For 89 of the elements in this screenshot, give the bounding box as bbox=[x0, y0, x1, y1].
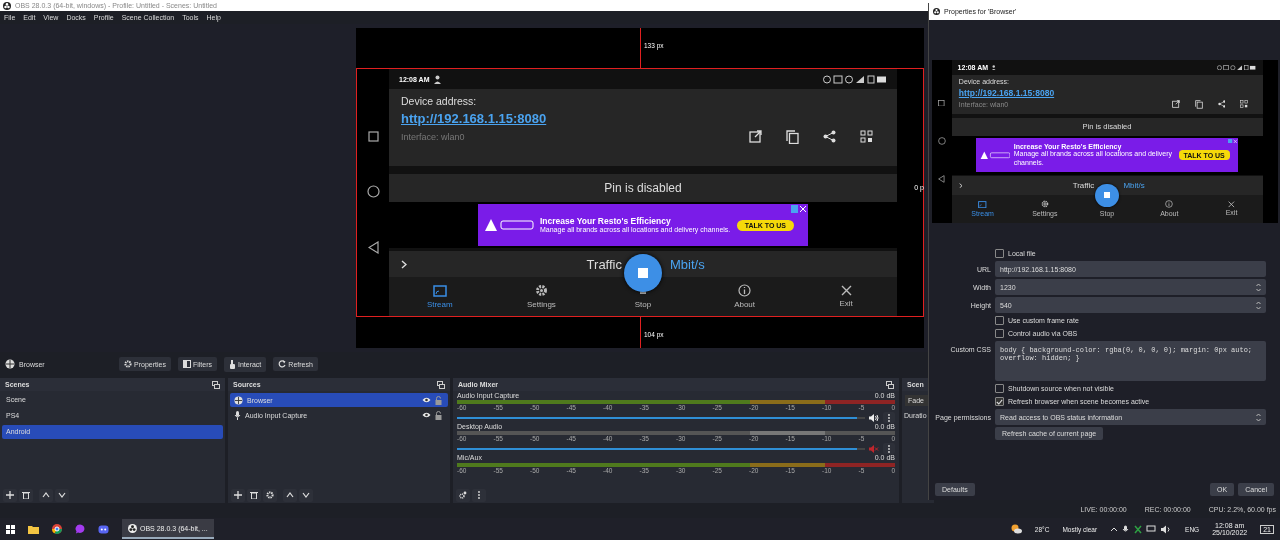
status-icons-drawing bbox=[823, 74, 887, 84]
qr-code-icon[interactable] bbox=[860, 130, 873, 143]
stop-icon bbox=[1104, 192, 1111, 199]
traffic-label: Traffic bbox=[586, 256, 622, 272]
close-icon bbox=[840, 285, 852, 296]
traffic-unit: Mbit/s bbox=[670, 256, 705, 272]
circle-icon[interactable] bbox=[366, 185, 380, 198]
spin-arrows-icon[interactable] bbox=[1256, 282, 1261, 292]
advanced-audio-button[interactable] bbox=[456, 488, 470, 502]
pin-status: Pin is disabled bbox=[604, 181, 682, 195]
gear-icon bbox=[124, 360, 132, 368]
microphone-icon bbox=[234, 410, 241, 420]
browser-icon[interactable] bbox=[52, 524, 62, 534]
move-down-button[interactable] bbox=[55, 488, 69, 502]
delete-button[interactable] bbox=[19, 488, 33, 502]
undock-icon[interactable] bbox=[212, 380, 220, 389]
tray-icons-drawing[interactable] bbox=[1110, 524, 1173, 534]
undock-icon[interactable] bbox=[437, 380, 445, 389]
weather-icon[interactable] bbox=[1010, 524, 1022, 534]
logo-icon bbox=[484, 218, 534, 232]
filter-icon bbox=[182, 360, 191, 368]
chevron-down-icon bbox=[302, 492, 310, 498]
chevron-up-icon bbox=[42, 492, 50, 498]
square-icon[interactable] bbox=[367, 130, 379, 142]
speaker-muted-icon[interactable] bbox=[869, 444, 879, 453]
person-icon bbox=[990, 64, 996, 71]
settings-button[interactable] bbox=[263, 488, 277, 502]
pin-status: Pin is disabled bbox=[1082, 122, 1132, 132]
nav-tab[interactable]: About bbox=[693, 277, 796, 316]
trash-icon bbox=[22, 491, 30, 499]
selection-box[interactable] bbox=[356, 68, 924, 317]
delete-button[interactable] bbox=[247, 488, 261, 502]
cast-icon bbox=[432, 284, 447, 297]
add-button[interactable] bbox=[3, 488, 17, 502]
close-icon[interactable] bbox=[791, 205, 807, 213]
ad-headline: Increase Your Resto's Efficiency bbox=[540, 215, 671, 226]
address-link[interactable]: http://192.168.1.15:8080 bbox=[958, 87, 1055, 98]
nav-tab[interactable]: Exit bbox=[795, 277, 897, 316]
more-button[interactable] bbox=[883, 443, 895, 454]
gear-icon bbox=[459, 491, 467, 499]
trash-icon bbox=[250, 491, 258, 499]
traffic-bar[interactable]: Traffic Mbit/s bbox=[389, 251, 897, 277]
copy-icon[interactable] bbox=[786, 130, 799, 144]
stop-icon bbox=[638, 268, 648, 278]
address-label: Device address: bbox=[401, 95, 477, 107]
speaker-icon[interactable] bbox=[869, 413, 879, 422]
move-up-button[interactable] bbox=[39, 488, 53, 502]
gear-icon bbox=[534, 284, 548, 297]
add-button[interactable] bbox=[231, 488, 245, 502]
dropdown-arrows-icon bbox=[1256, 412, 1261, 422]
eye-icon[interactable] bbox=[422, 412, 431, 418]
eye-icon[interactable] bbox=[422, 397, 431, 403]
gear-icon bbox=[1040, 200, 1049, 209]
move-up-button[interactable] bbox=[283, 488, 297, 502]
checkbox[interactable] bbox=[995, 249, 1004, 258]
hand-icon bbox=[228, 359, 236, 369]
move-down-button[interactable] bbox=[299, 488, 313, 502]
obs-logo-icon bbox=[128, 523, 137, 533]
checkbox[interactable] bbox=[995, 397, 1004, 406]
chevron-up-icon bbox=[286, 492, 294, 498]
gear-icon bbox=[266, 491, 274, 499]
windows-logo-icon[interactable] bbox=[6, 524, 15, 534]
spin-arrows-icon[interactable] bbox=[1256, 300, 1261, 310]
more-button[interactable] bbox=[883, 412, 895, 423]
checkbox[interactable] bbox=[995, 316, 1004, 325]
checkbox[interactable] bbox=[995, 384, 1004, 393]
open-external-icon[interactable] bbox=[749, 130, 762, 143]
share-icon[interactable] bbox=[1217, 100, 1226, 109]
folder-icon[interactable] bbox=[28, 524, 39, 534]
nav-tab[interactable]: Settings bbox=[490, 277, 593, 316]
globe-icon bbox=[234, 395, 243, 405]
address-link[interactable]: http://192.168.1.15:8080 bbox=[401, 111, 547, 126]
refresh-icon bbox=[278, 360, 287, 368]
triangle-icon[interactable] bbox=[367, 241, 379, 255]
lock-icon[interactable] bbox=[435, 410, 442, 420]
chat-icon[interactable] bbox=[98, 524, 109, 534]
chevron-right-icon bbox=[401, 259, 407, 269]
info-icon bbox=[738, 284, 752, 297]
nav-tab[interactable]: Stream bbox=[389, 277, 491, 316]
more-button[interactable] bbox=[472, 488, 486, 502]
share-icon[interactable] bbox=[823, 130, 836, 143]
checkbox[interactable] bbox=[995, 329, 1004, 338]
undock-icon[interactable] bbox=[886, 380, 894, 389]
obs-logo-icon bbox=[933, 8, 940, 15]
chevron-down-icon bbox=[58, 492, 66, 498]
globe-icon bbox=[5, 359, 15, 369]
person-icon bbox=[433, 74, 443, 84]
chat-bubble-icon[interactable] bbox=[75, 524, 85, 534]
interface-text: Interface: wlan0 bbox=[401, 132, 466, 142]
